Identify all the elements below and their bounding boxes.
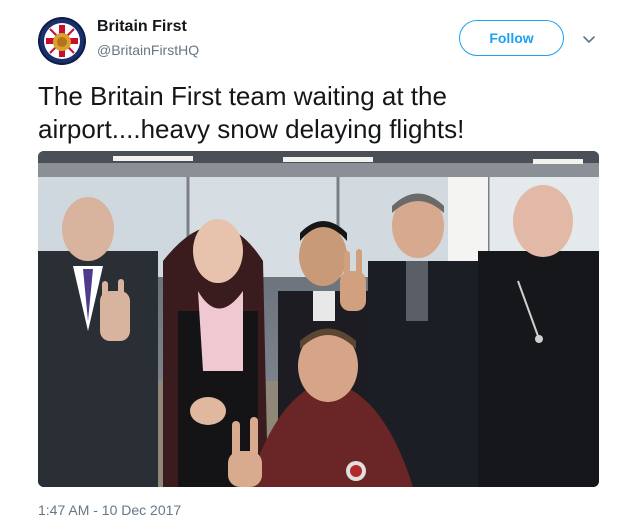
more-menu-button[interactable] xyxy=(580,30,598,48)
tweet-photo[interactable] xyxy=(38,151,599,487)
chevron-down-icon xyxy=(583,36,595,43)
tweet-timestamp[interactable]: 1:47 AM - 10 Dec 2017 xyxy=(38,502,181,518)
author-handle[interactable]: @BritainFirstHQ xyxy=(97,42,199,58)
author-name[interactable]: Britain First xyxy=(97,18,187,36)
avatar[interactable] xyxy=(38,17,86,65)
britain-first-logo-icon xyxy=(38,17,86,65)
follow-button[interactable]: Follow xyxy=(459,20,564,56)
tweet-text: The Britain First team waiting at the ai… xyxy=(38,81,465,144)
group-photo-image xyxy=(38,151,599,487)
